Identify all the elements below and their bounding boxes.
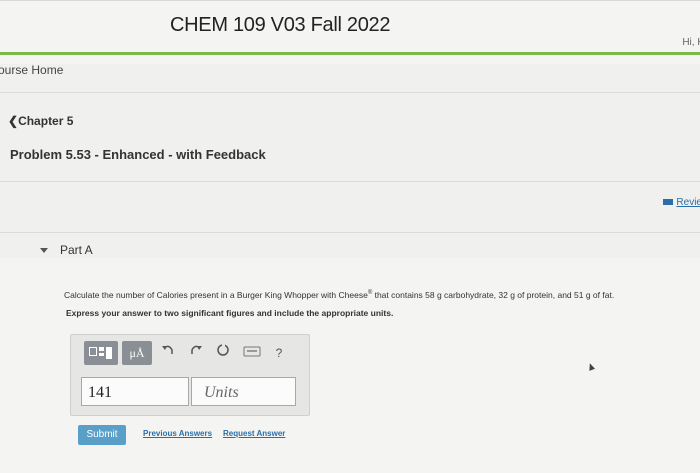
question-text: Calculate the number of Calories present… [64, 290, 614, 300]
chapter-label: Chapter 5 [18, 114, 74, 128]
top-border [0, 0, 700, 1]
divider [0, 181, 700, 182]
undo-icon[interactable] [160, 341, 176, 365]
mu-unit-button[interactable]: μÅ [122, 341, 152, 365]
chevron-left-icon: ❮ [8, 114, 19, 128]
divider [0, 232, 700, 233]
templates-icon[interactable] [84, 341, 118, 365]
header-accent-line [0, 52, 700, 55]
part-a-toggle[interactable]: Part A [40, 243, 93, 257]
review-icon [663, 199, 674, 206]
keyboard-icon[interactable] [242, 341, 262, 365]
chapter-link[interactable]: ❮Chapter 5 [8, 114, 73, 128]
caret-down-icon [40, 248, 48, 254]
review-label: Revie [676, 197, 700, 208]
divider [0, 92, 700, 93]
request-answer-link[interactable]: Request Answer [223, 429, 285, 438]
answer-instruction: Express your answer to two significant f… [66, 308, 394, 318]
user-greeting[interactable]: Hi, K [682, 37, 700, 48]
problem-title: Problem 5.53 - Enhanced - with Feedback [10, 147, 266, 162]
question-rest: that contains 58 g carbohydrate, 32 g of… [372, 290, 615, 300]
reset-icon[interactable] [215, 341, 231, 365]
units-input[interactable]: Units [191, 377, 296, 406]
question-main: Calculate the number of Calories present… [64, 290, 368, 300]
header-bar: CHEM 109 V03 Fall 2022 Hi, K [0, 0, 700, 64]
answer-value-input[interactable]: 141 [81, 377, 189, 406]
submit-button[interactable]: Submit [78, 425, 126, 445]
previous-answers-link[interactable]: Previous Answers [143, 429, 212, 438]
help-button[interactable]: ? [272, 341, 286, 365]
course-home-link[interactable]: ourse Home [0, 63, 63, 77]
redo-icon[interactable] [188, 341, 204, 365]
course-title: CHEM 109 V03 Fall 2022 [170, 14, 391, 36]
part-label: Part A [60, 243, 93, 257]
review-link[interactable]: Revie [663, 197, 700, 208]
